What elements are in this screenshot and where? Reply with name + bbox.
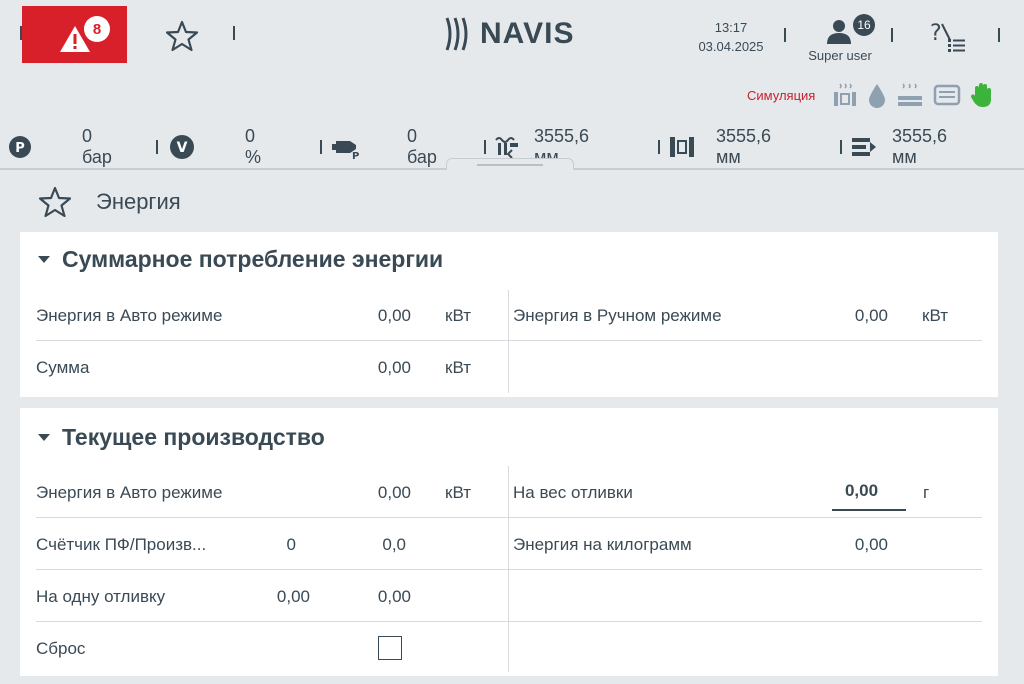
clock-date: 03.04.2025	[698, 39, 764, 54]
shot-weight-input-underline	[832, 509, 906, 511]
top-bar: 8 NAVIS 13:17 03.04.2025 16 Super user ?	[0, 0, 1024, 82]
separator	[156, 140, 158, 154]
auto-energy-value: 0,00	[377, 306, 411, 325]
favorite-star-icon[interactable]	[38, 186, 72, 218]
user-icon	[827, 20, 851, 44]
separator	[233, 26, 235, 40]
sum-value: 0,00	[377, 358, 411, 377]
mold-position-icon	[495, 137, 518, 159]
per-shot-value-1: 0,00	[276, 587, 310, 606]
help-list-icon: ?	[930, 21, 965, 52]
status-item-pressure: P 0 бар	[8, 126, 112, 167]
per-shot-value-2: 0,00	[377, 587, 411, 606]
ejector-position-icon	[852, 138, 876, 156]
total-energy-panel: Суммарное потребление энергии Энергия в …	[20, 232, 998, 397]
svg-text:P: P	[15, 141, 25, 156]
manual-energy-value: 0,00	[854, 306, 888, 325]
total-energy-panel-title: Суммарное потребление энергии	[62, 246, 444, 272]
row-divider	[36, 517, 982, 518]
user-badge: 16	[853, 14, 875, 36]
separator	[320, 140, 322, 154]
shot-weight-input[interactable]: 0,00	[824, 481, 899, 501]
total-energy-panel-header[interactable]: Суммарное потребление энергии	[38, 246, 443, 273]
collapse-triangle-icon	[38, 434, 50, 441]
current-production-panel-header[interactable]: Текущее производство	[38, 424, 325, 451]
per-shot-label: На одну отливку	[36, 587, 166, 606]
heater-icon[interactable]	[896, 82, 924, 108]
separator	[784, 28, 786, 42]
simulation-label: Симуляция	[747, 88, 816, 103]
sum-label: Сумма	[36, 358, 90, 377]
injection-pressure-icon: P	[332, 141, 359, 160]
page-title: Энергия	[96, 189, 181, 214]
column-divider	[508, 290, 509, 393]
alarm-count-badge: 8	[84, 16, 110, 42]
separator	[840, 140, 842, 154]
clock-time: 13:17	[714, 20, 748, 35]
manual-hand-icon[interactable]	[970, 82, 994, 108]
clamp-position-icon	[670, 137, 694, 157]
status-item-clamp-position: 3555,6 мм	[668, 126, 771, 167]
favorites-star-icon[interactable]	[165, 20, 199, 57]
shot-weight-unit: г	[923, 483, 930, 502]
navis-logo: NAVIS	[444, 16, 574, 52]
counter-value-1: 0	[286, 535, 296, 554]
collapse-triangle-icon	[38, 256, 50, 263]
counter-value-2: 0,0	[382, 535, 406, 554]
logo-wave-icon	[445, 17, 468, 51]
logo-text: NAVIS	[480, 17, 575, 50]
row-divider	[36, 340, 982, 341]
shot-weight-label: На вес отливки	[513, 483, 633, 502]
current-production-panel: Текущее производство Энергия в Авто режи…	[20, 408, 998, 676]
auto-energy-unit: кВт	[445, 306, 471, 325]
reset-checkbox[interactable]	[378, 636, 402, 660]
prod-auto-energy-value: 0,00	[377, 483, 411, 502]
svg-text:P: P	[352, 151, 359, 160]
simulation-icons	[832, 82, 994, 108]
status-value-injection-pressure: 0 бар	[407, 126, 437, 167]
user-button[interactable]: 16 Super user	[800, 14, 880, 63]
user-name: Super user	[808, 48, 872, 63]
separator	[891, 28, 893, 42]
manual-energy-label: Энергия в Ручном режиме	[513, 306, 722, 325]
help-button[interactable]: ?	[928, 20, 968, 59]
alarm-button[interactable]: 8	[22, 6, 127, 63]
status-item-injection-pressure: P 0 бар	[330, 126, 437, 167]
current-production-panel-title: Текущее производство	[62, 424, 325, 450]
prod-auto-energy-label: Энергия в Авто режиме	[36, 483, 223, 502]
conveyor-icon[interactable]	[933, 82, 961, 108]
prod-auto-energy-unit: кВт	[445, 483, 471, 502]
status-item-speed: V 0 %	[169, 126, 261, 167]
svg-text:V: V	[177, 140, 188, 156]
counter-label: Счётчик ПФ/Произв...	[36, 535, 207, 554]
mold-heating-icon[interactable]	[832, 82, 858, 108]
status-value-speed: 0 %	[245, 126, 262, 167]
auto-energy-label: Энергия в Авто режиме	[36, 306, 223, 325]
separator	[658, 140, 660, 154]
page-header: Энергия	[38, 186, 181, 218]
energy-per-kg-label: Энергия на килограмм	[513, 535, 692, 554]
separator	[484, 140, 486, 154]
pressure-p-icon: P	[9, 136, 31, 158]
sum-unit: кВт	[445, 358, 471, 377]
clock: 13:17 03.04.2025	[690, 18, 772, 56]
status-value-ejector-position: 3555,6 мм	[892, 126, 948, 167]
svg-text:?: ?	[930, 21, 942, 46]
row-divider	[36, 621, 982, 622]
speed-v-icon: V	[170, 135, 194, 159]
status-item-ejector-position: 3555,6 мм	[850, 126, 947, 167]
status-value-pressure: 0 бар	[82, 126, 112, 167]
row-divider	[36, 569, 982, 570]
status-strip-pull-tab[interactable]	[446, 158, 574, 170]
status-value-clamp-position: 3555,6 мм	[716, 126, 772, 167]
energy-per-kg-value: 0,00	[854, 535, 888, 554]
manual-energy-unit: кВт	[922, 306, 948, 325]
reset-label: Сброс	[36, 639, 86, 658]
water-drop-icon[interactable]	[867, 82, 887, 108]
separator	[998, 28, 1000, 42]
